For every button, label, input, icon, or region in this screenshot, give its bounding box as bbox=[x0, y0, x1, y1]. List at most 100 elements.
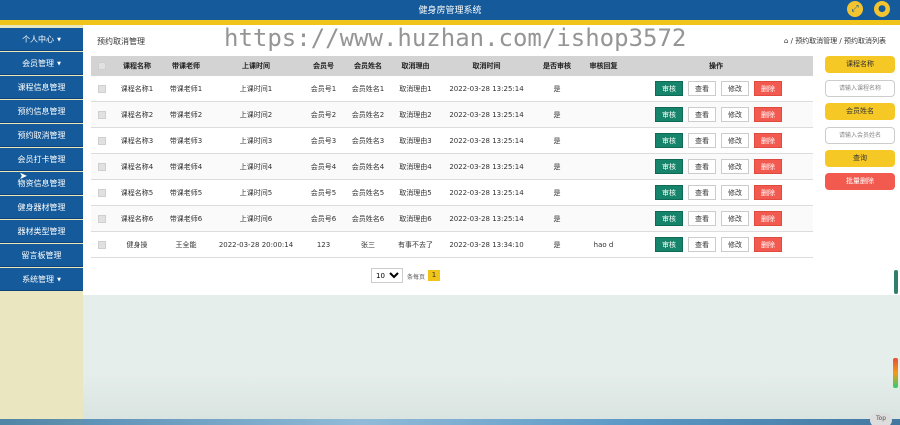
edit-button[interactable]: 修改 bbox=[721, 237, 749, 252]
top-header-bar: 健身房管理系统 ⤢ ● bbox=[0, 0, 900, 20]
table-cell: 取消理由1 bbox=[399, 85, 432, 93]
page-button-current[interactable]: 1 bbox=[428, 270, 440, 281]
column-header[interactable]: 取消时间 bbox=[439, 56, 534, 76]
scrollbar-thumb[interactable] bbox=[894, 270, 898, 294]
table-cell: 是 bbox=[553, 215, 561, 223]
column-header[interactable]: 带课老师 bbox=[156, 56, 216, 76]
query-button[interactable]: 查询 bbox=[825, 150, 895, 167]
column-header[interactable]: 取消理由 bbox=[388, 56, 443, 76]
table-cell: 带课老师4 bbox=[169, 163, 203, 171]
select-all-checkbox[interactable] bbox=[98, 62, 106, 70]
edit-button[interactable]: 修改 bbox=[721, 159, 749, 174]
course-name-input[interactable]: 请输入课程名称 bbox=[825, 80, 895, 97]
column-header[interactable]: 审核回复 bbox=[581, 56, 626, 76]
sidebar-item[interactable]: 物资信息管理 bbox=[0, 172, 83, 195]
table-cell: 会员姓名6 bbox=[351, 215, 385, 223]
edit-button[interactable]: 修改 bbox=[721, 211, 749, 226]
table-cell bbox=[581, 102, 626, 128]
sidebar-item-label: 课程信息管理 bbox=[17, 83, 66, 92]
audit-button[interactable]: 审核 bbox=[655, 81, 683, 96]
row-checkbox[interactable] bbox=[98, 163, 106, 171]
table-cell: 2022-03-28 13:25:14 bbox=[449, 137, 524, 145]
sidebar-item[interactable]: 留言板管理 bbox=[0, 244, 83, 267]
table-cell: 是 bbox=[553, 137, 561, 145]
view-button[interactable]: 查看 bbox=[688, 211, 716, 226]
sidebar-item[interactable]: 预约取消管理 bbox=[0, 124, 83, 147]
sidebar-item[interactable]: 预约信息管理 bbox=[0, 100, 83, 123]
sidebar-item[interactable]: 个人中心 ▼ bbox=[0, 28, 83, 51]
row-checkbox[interactable] bbox=[98, 189, 106, 197]
member-name-input[interactable]: 请输入会员姓名 bbox=[825, 127, 895, 144]
chevron-down-icon: ▼ bbox=[57, 277, 61, 283]
table-cell: 上课时间5 bbox=[239, 189, 273, 197]
mouse-cursor: ➤ bbox=[19, 171, 28, 182]
delete-button[interactable]: 删除 bbox=[754, 133, 782, 148]
edit-button[interactable]: 修改 bbox=[721, 185, 749, 200]
chevron-down-icon: ▼ bbox=[57, 61, 61, 67]
audit-button[interactable]: 审核 bbox=[655, 211, 683, 226]
delete-button[interactable]: 删除 bbox=[754, 185, 782, 200]
table-cell: 上课时间6 bbox=[239, 215, 273, 223]
table-cell: 2022-03-28 13:34:10 bbox=[449, 241, 524, 249]
sidebar-item[interactable]: 健身器材管理 bbox=[0, 196, 83, 219]
table-cell: 是 bbox=[553, 189, 561, 197]
table-cell: 会员号4 bbox=[310, 163, 337, 171]
table-cell bbox=[581, 76, 626, 102]
table-cell: 2022-03-28 20:00:14 bbox=[218, 241, 294, 249]
view-button[interactable]: 查看 bbox=[688, 159, 716, 174]
row-checkbox[interactable] bbox=[98, 241, 106, 249]
breadcrumb-item-cancel-list: 预约取消列表 bbox=[844, 37, 886, 45]
table-cell: 张三 bbox=[361, 241, 375, 249]
delete-button[interactable]: 删除 bbox=[754, 237, 782, 252]
table-cell: 会员号3 bbox=[310, 137, 337, 145]
sidebar-item[interactable]: 器材类型管理 bbox=[0, 220, 83, 243]
audit-button[interactable]: 审核 bbox=[655, 185, 683, 200]
table-row: 课程名称1 带课老师1 上课时间1 会员号1 会员姓名1 取消理由1 2022-03-28 … bbox=[91, 76, 813, 102]
audit-button[interactable]: 审核 bbox=[655, 107, 683, 122]
sidebar-item[interactable]: 会员打卡管理 bbox=[0, 148, 83, 171]
sidebar-item-label: 预约取消管理 bbox=[17, 131, 66, 140]
row-checkbox[interactable] bbox=[98, 137, 106, 145]
delete-button[interactable]: 删除 bbox=[754, 81, 782, 96]
audit-button[interactable]: 审核 bbox=[655, 159, 683, 174]
row-checkbox[interactable] bbox=[98, 85, 106, 93]
sidebar-item[interactable]: 系统管理 ▼ bbox=[0, 268, 83, 291]
content-background bbox=[83, 295, 900, 425]
view-button[interactable]: 查看 bbox=[688, 81, 716, 96]
table-cell bbox=[581, 154, 626, 180]
audit-button[interactable]: 审核 bbox=[655, 237, 683, 252]
row-checkbox[interactable] bbox=[98, 111, 106, 119]
delete-button[interactable]: 删除 bbox=[754, 211, 782, 226]
table-cell: 123 bbox=[316, 241, 331, 249]
table-row: 课程名称2 带课老师2 上课时间2 会员号2 会员姓名2 取消理由2 2022-03-28 … bbox=[91, 102, 813, 128]
home-icon[interactable]: ⌂ bbox=[784, 37, 788, 45]
view-button[interactable]: 查看 bbox=[688, 107, 716, 122]
table-row: 课程名称4 带课老师4 上课时间4 会员号4 会员姓名4 取消理由4 2022-03-28 … bbox=[91, 154, 813, 180]
edit-button[interactable]: 修改 bbox=[721, 81, 749, 96]
view-button[interactable]: 查看 bbox=[688, 185, 716, 200]
table-cell: 会员号2 bbox=[310, 111, 337, 119]
edit-button[interactable]: 修改 bbox=[721, 133, 749, 148]
view-button[interactable]: 查看 bbox=[688, 237, 716, 252]
view-button[interactable]: 查看 bbox=[688, 133, 716, 148]
column-header[interactable]: 上课时间 bbox=[211, 56, 301, 76]
table-row: 课程名称3 带课老师3 上课时间3 会员号3 会员姓名3 取消理由3 2022-03-28 … bbox=[91, 128, 813, 154]
sidebar-item[interactable]: 会员管理 ▼ bbox=[0, 52, 83, 75]
back-to-top-button[interactable]: Top bbox=[870, 413, 892, 425]
column-header[interactable]: 是否审核 bbox=[537, 56, 577, 76]
user-icon[interactable]: ● bbox=[874, 1, 890, 17]
page-size-select[interactable]: 10 bbox=[371, 268, 403, 283]
audit-button[interactable]: 审核 bbox=[655, 133, 683, 148]
edit-button[interactable]: 修改 bbox=[721, 107, 749, 122]
sidebar-item[interactable]: 课程信息管理 bbox=[0, 76, 83, 99]
row-checkbox[interactable] bbox=[98, 215, 106, 223]
breadcrumb-item-cancel-management[interactable]: 预约取消管理 bbox=[795, 37, 837, 45]
expand-icon[interactable]: ⤢ bbox=[847, 1, 863, 17]
table-cell: 2022-03-28 13:25:14 bbox=[449, 111, 524, 119]
delete-button[interactable]: 删除 bbox=[754, 107, 782, 122]
delete-button[interactable]: 删除 bbox=[754, 159, 782, 174]
column-header[interactable]: 会员姓名 bbox=[343, 56, 393, 76]
batch-delete-button[interactable]: 批量删除 bbox=[825, 173, 895, 190]
table-cell: 上课时间2 bbox=[239, 111, 273, 119]
column-header[interactable]: 会员号 bbox=[301, 56, 346, 76]
